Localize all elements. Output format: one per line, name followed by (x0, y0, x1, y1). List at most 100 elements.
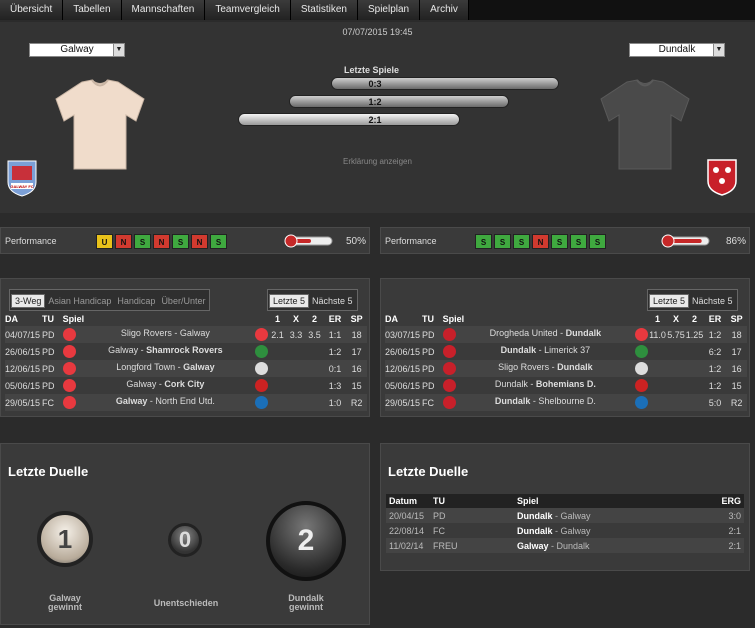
away-team-name[interactable]: Galway (183, 362, 215, 372)
away-team-name[interactable]: Shamrock Rovers (146, 345, 223, 355)
nav-tab[interactable]: Statistiken (290, 0, 358, 20)
home-form-panel: 3-Weg Asian Handicap Handicap Über/Unter Le… (0, 278, 370, 417)
home-team-name[interactable]: Galway (126, 379, 156, 389)
form-badge: N (532, 234, 549, 249)
home-team-name[interactable]: Dundalk (495, 379, 528, 389)
cell-match: Sligo Rovers - Galway (62, 326, 269, 343)
cell-o2 (685, 394, 704, 411)
cell-match: Galway - North End Utd. (62, 394, 269, 411)
away-team-name[interactable]: Shelbourne D. (538, 396, 596, 406)
home-team-name[interactable]: Galway (517, 541, 549, 551)
away-team-select[interactable]: Dundalk ▼ (629, 43, 725, 57)
cell-match: Galway - Shamrock Rovers (62, 343, 269, 360)
nav-tab[interactable]: Übersicht (0, 0, 64, 20)
away-team-name[interactable]: Dundalk (557, 362, 593, 372)
cell-match: Galway - Cork City (62, 377, 269, 394)
match-separator: - (557, 328, 566, 338)
away-team-name[interactable]: Galway (180, 328, 210, 338)
cell-er: 0:1 (328, 363, 342, 374)
nav-tab[interactable]: Mannschaften (121, 0, 206, 20)
away-team-name[interactable]: Dundalk (566, 328, 602, 338)
cell-date: 22/08/14 (389, 525, 425, 536)
team-crest-icon (442, 362, 456, 375)
nav-tab[interactable]: Archiv (420, 0, 469, 20)
cell-date: 12/06/15 (5, 363, 41, 374)
nav-tab[interactable]: Spielplan (357, 0, 421, 20)
table-row[interactable]: 26/06/15 PD Dundalk - Limerick 37 6:2 17 (385, 343, 747, 360)
column-header: X (292, 314, 299, 324)
last-5-tab[interactable]: Letzte 5 (649, 294, 690, 308)
home-wins-label: Galway gewinnt (31, 594, 99, 612)
table-row[interactable]: 12/06/15 PD Longford Town - Galway 0:1 16 (5, 360, 367, 377)
last-5-tab[interactable]: Letzte 5 (269, 294, 310, 308)
column-header: 2 (311, 314, 317, 324)
home-team-name[interactable]: Dundalk (517, 511, 553, 521)
match-separator: - (175, 362, 184, 372)
away-team-name[interactable]: Galway (561, 526, 591, 536)
next-5-tab[interactable]: Nächste 5 (689, 295, 736, 307)
home-team-name[interactable]: Sligo Rovers (498, 362, 549, 372)
home-team-name[interactable]: Galway (108, 345, 138, 355)
table-row[interactable]: 29/05/15 FC Dundalk - Shelbourne D. 5:0 R2 (385, 394, 747, 411)
duels-list-title: Letzte Duelle (388, 464, 469, 479)
table-row[interactable]: 12/06/15 PD Sligo Rovers - Dundalk 1:2 16 (385, 360, 747, 377)
cell-er: 1:3 (328, 380, 342, 391)
table-row[interactable]: 29/05/15 FC Galway - North End Utd. 1:0 R2 (5, 394, 367, 411)
next-5-tab[interactable]: Nächste 5 (309, 295, 356, 307)
table-row[interactable]: 26/06/15 PD Galway - Shamrock Rovers 1:2 17 (5, 343, 367, 360)
market-tab[interactable]: 3-Weg (11, 294, 46, 308)
away-team-name[interactable]: Limerick 37 (544, 345, 590, 355)
top-nav: Übersicht Tabellen Mannschaften Teamverglei… (0, 0, 755, 20)
explain-link[interactable]: Erklärung anzeigen (343, 157, 412, 166)
team-crest-icon (62, 328, 76, 341)
duels-table: Datum TU Spiel ERG 20/04/15 PD Dundalk - Galw… (386, 494, 744, 553)
column-header: SP (730, 314, 743, 324)
home-team-name[interactable]: Dundalk (495, 396, 531, 406)
home-team-name[interactable]: Sligo Rovers (121, 328, 172, 338)
home-team-name[interactable]: Dundalk (517, 526, 553, 536)
table-row[interactable]: 05/06/15 PD Dundalk - Bohemians D. 1:2 15 (385, 377, 747, 394)
away-team-name[interactable]: Galway (561, 511, 591, 521)
away-team-name[interactable]: Cork City (164, 379, 204, 389)
home-team-select-value: Galway (60, 44, 94, 55)
home-team-select[interactable]: Galway ▼ (29, 43, 125, 57)
team-crest-icon (635, 379, 649, 392)
last-game-score: 0:3 (368, 79, 382, 89)
cell-o2 (305, 343, 324, 360)
home-wins-circle: 1 (37, 511, 93, 567)
home-wins-count: 1 (57, 524, 73, 554)
form-badge: S (210, 234, 227, 249)
team-crest-icon (635, 345, 649, 358)
match-separator: - (552, 525, 561, 536)
table-row[interactable]: 04/07/15 PD Sligo Rovers - Galway 2.1 3.3 3.5… (5, 326, 367, 343)
market-tab[interactable]: Handicap (114, 295, 158, 307)
table-row[interactable]: 11/02/14 FREU Galway - Dundalk 2:1 (386, 538, 744, 553)
away-team-name[interactable]: Dundalk (557, 541, 590, 551)
table-row[interactable]: 05/06/15 PD Galway - Cork City 1:3 15 (5, 377, 367, 394)
home-team-name[interactable]: Drogheda United (490, 328, 558, 338)
nav-tab[interactable]: Teamvergleich (205, 0, 291, 20)
cell-tu: FREU (433, 540, 458, 551)
column-header: Spiel (442, 314, 465, 324)
cell-o1 (648, 394, 667, 411)
away-wins-label-text: gewinnt (289, 602, 323, 612)
away-team-name[interactable]: North End Utd. (155, 396, 215, 406)
column-header: ERG (721, 496, 741, 506)
table-row[interactable]: 03/07/15 PD Drogheda United - Dundalk 11.0 5… (385, 326, 747, 343)
cell-o1 (648, 360, 667, 377)
home-team-name[interactable]: Galway (116, 396, 148, 406)
cell-o1 (648, 343, 667, 360)
home-team-name[interactable]: Dundalk (501, 345, 537, 355)
table-row[interactable]: 22/08/14 FC Dundalk - Galway 2:1 (386, 523, 744, 538)
market-tab[interactable]: Asian Handicap (45, 295, 114, 307)
table-row[interactable]: 20/04/15 PD Dundalk - Galway 3:0 (386, 508, 744, 523)
home-team-name[interactable]: Longford Town (116, 362, 175, 372)
away-team-name[interactable]: Bohemians D. (536, 379, 596, 389)
match-separator: - (549, 362, 558, 372)
column-header: TU (42, 314, 55, 324)
market-tab[interactable]: Über/Unter (158, 295, 208, 307)
form-badge: N (153, 234, 170, 249)
away-thermometer-icon (661, 234, 710, 248)
nav-tab[interactable]: Tabellen (63, 0, 122, 20)
away-form-panel: Letzte 5 Nächste 5 DA TU Spiel 1 X 2 ER SP 03/07… (380, 278, 750, 417)
